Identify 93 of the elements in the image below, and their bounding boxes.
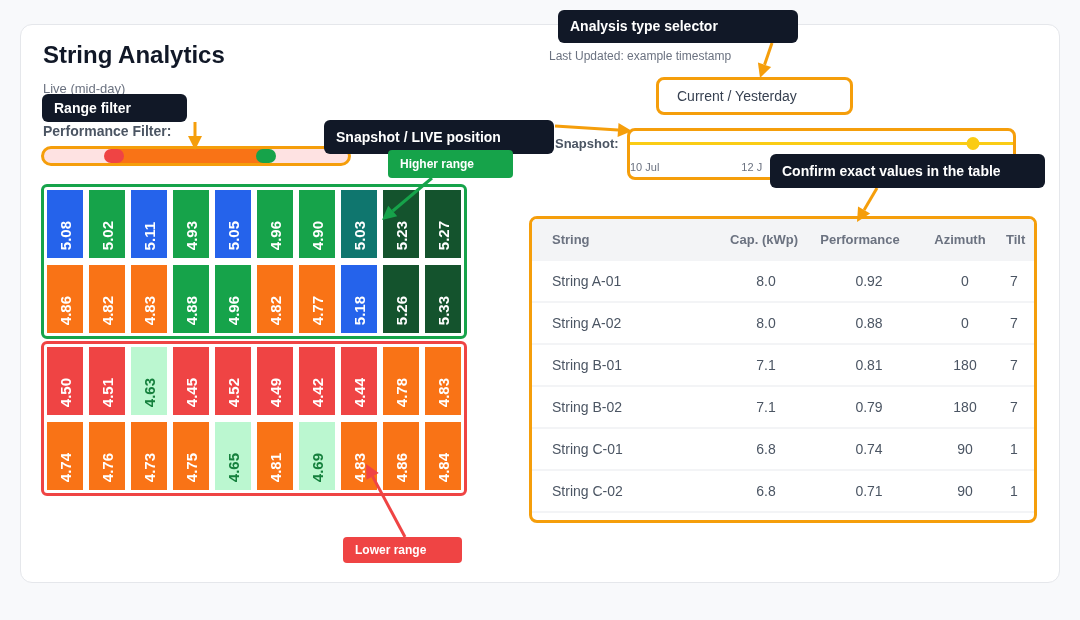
column-header: Tilt: [1005, 231, 1027, 250]
annotation-callout: Analysis type selector: [558, 10, 798, 43]
performance-range-slider[interactable]: [41, 146, 351, 166]
heatmap-cell: 4.77: [299, 265, 335, 333]
heatmap-cell: 5.08: [47, 190, 83, 258]
heatmap-cell: 5.03: [341, 190, 377, 258]
heatmap-cell: 5.23: [383, 190, 419, 258]
heatmap-cell: 4.52: [215, 347, 251, 415]
table-cell-text: 90: [956, 481, 974, 501]
table-cell-text: 0.71: [854, 481, 884, 501]
column-header: String: [551, 231, 591, 250]
heatmap-cell: 5.11: [131, 190, 167, 258]
heatmap-cell: 4.83: [425, 347, 461, 415]
table-cell-text: 180: [952, 355, 978, 375]
table-cell-text: 6.8: [755, 439, 777, 459]
heatmap-cell: 4.83: [131, 265, 167, 333]
heatmap-cell: 4.49: [257, 347, 293, 415]
heatmap-cell: 5.05: [215, 190, 251, 258]
mode-label: Live (mid-day): [43, 81, 126, 97]
heatmap-cell: 4.96: [257, 190, 293, 258]
heatmap-cell: 4.78: [383, 347, 419, 415]
heatmap-cell: 4.81: [257, 422, 293, 490]
filter-label: Performance Filter:: [43, 122, 172, 141]
heatmap-cell: 4.51: [89, 347, 125, 415]
table-cell-text: String C-01: [551, 439, 624, 459]
heatmap-cell: 4.96: [215, 265, 251, 333]
table-cell-text: 8.0: [755, 313, 777, 333]
heatmap-cell: 4.63: [131, 347, 167, 415]
table-cell-text: 0.81: [854, 355, 884, 375]
annotation-callout: Confirm exact values in the table: [770, 154, 1045, 188]
table-cell-text: 0.79: [854, 397, 884, 417]
table-cell-text: 0.88: [854, 313, 884, 333]
table-cell-text: 8.0: [755, 271, 777, 291]
table-cell-text: String C-02: [551, 481, 624, 501]
annotation-callout: Range filter: [42, 94, 187, 122]
annotation-callout: Lower range: [343, 537, 462, 563]
snapshot-slider-thumb[interactable]: [966, 137, 980, 150]
range-thumb[interactable]: [103, 149, 124, 163]
heatmap-cell: 4.73: [131, 422, 167, 490]
heatmap-cell: 5.27: [425, 190, 461, 258]
analysis-type-dropdown[interactable]: Current / Yesterday: [656, 77, 853, 115]
table-cell-text: String A-01: [551, 271, 623, 291]
heatmap-cell: 4.84: [425, 422, 461, 490]
heatmap-cell: 4.90: [299, 190, 335, 258]
heatmap-cell: 4.74: [47, 422, 83, 490]
table-cell-text: String A-02: [551, 313, 623, 333]
heatmap-cell: 4.88: [173, 265, 209, 333]
table-cell-text: String B-01: [551, 355, 624, 375]
table-cell-text: 7: [1009, 355, 1019, 375]
table-cell-text: 0: [960, 271, 970, 291]
heatmap-cell: 5.26: [383, 265, 419, 333]
table-cell-text: 0.92: [854, 271, 884, 291]
heatmap-cell: 5.33: [425, 265, 461, 333]
table-cell-text: 0: [960, 313, 970, 333]
heatmap-cell: 4.50: [47, 347, 83, 415]
heatmap-cell: 4.83: [341, 422, 377, 490]
table-cell-text: 6.8: [755, 481, 777, 501]
table-cell-text: 1: [1009, 439, 1019, 459]
heatmap-cell: 4.65: [215, 422, 251, 490]
heatmap-cell: 5.02: [89, 190, 125, 258]
column-header: Azimuth: [933, 231, 987, 250]
column-header: Performance: [819, 231, 901, 250]
table-cell-text: 7: [1009, 313, 1019, 333]
heatmap-cell: 4.42: [299, 347, 335, 415]
table-cell-text: 90: [956, 439, 974, 459]
table-cell-text: 1: [1009, 481, 1019, 501]
heatmap-cell: 4.75: [173, 422, 209, 490]
annotation-callout: Higher range: [388, 150, 513, 178]
heatmap-cell: 4.82: [257, 265, 293, 333]
page-title: String Analytics: [43, 41, 226, 69]
heatmap-cell: 4.86: [383, 422, 419, 490]
last-updated-text: Last Updated: example timestamp: [549, 48, 732, 65]
snapshot-slider[interactable]: [630, 137, 1013, 150]
heatmap-cell: 4.69: [299, 422, 335, 490]
table-cell-text: String B-02: [551, 397, 624, 417]
heatmap-cell: 4.44: [341, 347, 377, 415]
table-cell-text: 7.1: [755, 397, 777, 417]
annotation-callout: Snapshot / LIVE position: [324, 120, 554, 154]
timeline-tick-label: 10 Jul: [630, 160, 660, 175]
heatmap-cell: 4.93: [173, 190, 209, 258]
table-cell-text: 0.74: [854, 439, 884, 459]
heatmap-cell: 4.76: [89, 422, 125, 490]
timeline-tick-label: 12 J: [741, 160, 763, 175]
snapshot-label: Snapshot:: [554, 135, 620, 153]
column-header: Cap. (kWp): [729, 231, 799, 250]
table-cell-text: 7.1: [755, 355, 777, 375]
heatmap-cell: 4.82: [89, 265, 125, 333]
heatmap-cell: 5.18: [341, 265, 377, 333]
table-cell-text: 7: [1009, 397, 1019, 417]
heatmap-cell: 4.86: [47, 265, 83, 333]
table-cell-text: 180: [952, 397, 978, 417]
heatmap-cell: 4.45: [173, 347, 209, 415]
table-cell-text: 7: [1009, 271, 1019, 291]
